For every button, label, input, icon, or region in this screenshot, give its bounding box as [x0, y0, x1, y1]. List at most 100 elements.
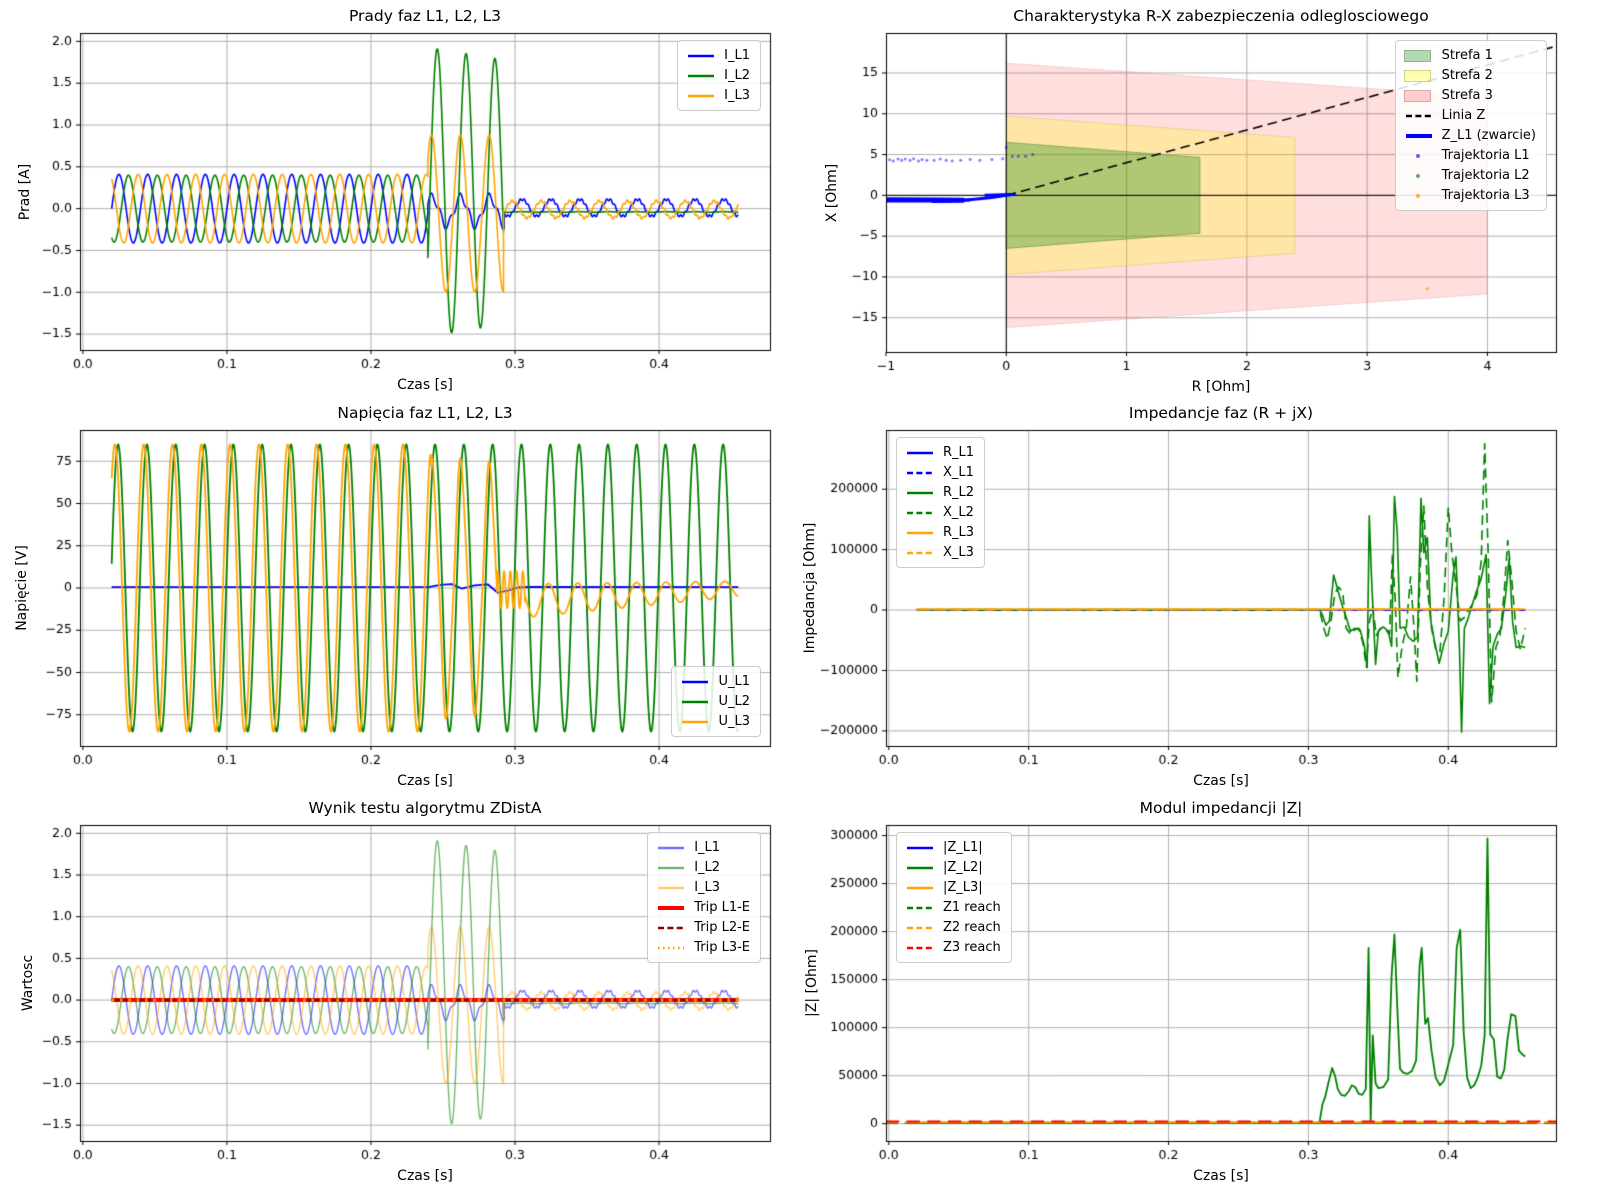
- legend-label: X_L1: [943, 463, 974, 482]
- plot-napiecia-legend: U_L1U_L2U_L3: [671, 666, 761, 737]
- legend-label: Linia Z: [1442, 106, 1486, 125]
- legend-swatch: [905, 841, 935, 855]
- legend-swatch: [656, 901, 686, 915]
- legend-label: I_L1: [724, 46, 750, 65]
- legend-label: Z_L1 (zwarcie): [1442, 126, 1536, 145]
- legend-item-i-l3: I_L3: [656, 878, 750, 897]
- legend-swatch: [1404, 194, 1434, 198]
- legend-label: I_L3: [724, 86, 750, 105]
- legend-swatch: [656, 861, 686, 875]
- legend-item-z3-reach: Z3 reach: [905, 938, 1001, 957]
- legend-label: |Z_L3|: [943, 878, 983, 897]
- plot-prady-ylabel: Prad [A]: [17, 163, 33, 219]
- legend-swatch: [686, 49, 716, 63]
- legend-label: U_L1: [718, 672, 750, 691]
- legend-swatch: [680, 715, 710, 729]
- legend-item-x-l3: X_L3: [905, 543, 974, 562]
- legend-swatch: [686, 89, 716, 103]
- legend-label: X_L3: [943, 543, 974, 562]
- legend-label: Z3 reach: [943, 938, 1001, 957]
- legend-item-z1-reach: Z1 reach: [905, 898, 1001, 917]
- legend-swatch: [1404, 174, 1434, 178]
- legend-item-trip-l1-e: Trip L1-E: [656, 898, 750, 917]
- legend-swatch: [905, 546, 935, 560]
- plot-rx-ylabel: X [Ohm]: [824, 163, 840, 222]
- legend-swatch: [905, 861, 935, 875]
- plot-prady-legend: I_L1I_L2I_L3: [677, 40, 761, 111]
- plot-napiecia-ylabel: Napięcie [V]: [14, 545, 30, 631]
- legend-swatch: [905, 486, 935, 500]
- legend-label: R_L3: [943, 523, 974, 542]
- legend-label: Z1 reach: [943, 898, 1001, 917]
- legend-label: Strefa 1: [1442, 46, 1493, 65]
- plot-impedancje-ylabel: Impedancja [Ohm]: [802, 523, 818, 654]
- legend-item--z-l2-: |Z_L2|: [905, 858, 1001, 877]
- legend-item-u-l1: U_L1: [680, 672, 750, 691]
- plot-impedancje-xlabel: Czas [s]: [1193, 773, 1249, 789]
- legend-swatch: [905, 921, 935, 935]
- legend-item-i-l2: I_L2: [686, 66, 750, 85]
- plot-wynik-title: Wynik testu algorytmu ZDistA: [309, 799, 542, 817]
- plot-rx-title: Charakterystyka R-X zabezpieczenia odleg…: [1013, 7, 1428, 25]
- legend-item-z2-reach: Z2 reach: [905, 918, 1001, 937]
- plot-modul-legend: |Z_L1||Z_L2||Z_L3|Z1 reachZ2 reachZ3 rea…: [896, 832, 1012, 963]
- legend-swatch: [656, 841, 686, 855]
- legend-swatch: [656, 941, 686, 955]
- plot-modul-title: Modul impedancji |Z|: [1140, 799, 1303, 817]
- plot-impedancje-title: Impedancje faz (R + jX): [1129, 404, 1313, 422]
- legend-label: Trajektoria L1: [1442, 146, 1530, 165]
- plot-wynik-ylabel: Wartosc: [20, 955, 36, 1011]
- legend-swatch: [686, 69, 716, 83]
- legend-swatch: [680, 675, 710, 689]
- legend-item-trip-l3-e: Trip L3-E: [656, 938, 750, 957]
- plot-prady-title: Prady faz L1, L2, L3: [349, 7, 501, 25]
- plot-napiecia-title: Napięcia faz L1, L2, L3: [337, 404, 512, 422]
- legend-swatch: [1404, 50, 1434, 62]
- plot-impedancje-legend: R_L1X_L1R_L2X_L2R_L3X_L3: [896, 437, 985, 568]
- legend-label: I_L1: [694, 838, 720, 857]
- plot-napiecia-xlabel: Czas [s]: [397, 773, 453, 789]
- legend-item-strefa-3: Strefa 3: [1404, 86, 1536, 105]
- legend-item-strefa-2: Strefa 2: [1404, 66, 1536, 85]
- legend-label: I_L2: [724, 66, 750, 85]
- legend-swatch: [656, 881, 686, 895]
- legend-label: Strefa 3: [1442, 86, 1493, 105]
- legend-swatch: [1404, 90, 1434, 102]
- legend-swatch: [905, 446, 935, 460]
- legend-label: Z2 reach: [943, 918, 1001, 937]
- legend-item-z-l1-zwarcie-: Z_L1 (zwarcie): [1404, 126, 1536, 145]
- legend-item-u-l3: U_L3: [680, 712, 750, 731]
- legend-item-trajektoria-l3: Trajektoria L3: [1404, 186, 1536, 205]
- legend-label: I_L2: [694, 858, 720, 877]
- legend-item-i-l1: I_L1: [656, 838, 750, 857]
- plot-modul-xlabel: Czas [s]: [1193, 1168, 1249, 1184]
- legend-item--z-l1-: |Z_L1|: [905, 838, 1001, 857]
- legend-item-trajektoria-l2: Trajektoria L2: [1404, 166, 1536, 185]
- plots-canvas: [0, 0, 1600, 1200]
- legend-swatch: [1404, 129, 1434, 143]
- plot-prady-xlabel: Czas [s]: [397, 377, 453, 393]
- legend-label: Strefa 2: [1442, 66, 1493, 85]
- legend-item-x-l2: X_L2: [905, 503, 974, 522]
- legend-item-i-l1: I_L1: [686, 46, 750, 65]
- legend-swatch: [905, 881, 935, 895]
- legend-item-linia-z: Linia Z: [1404, 106, 1536, 125]
- plot-wynik-legend: I_L1I_L2I_L3Trip L1-ETrip L2-ETrip L3-E: [647, 832, 761, 963]
- legend-item-r-l3: R_L3: [905, 523, 974, 542]
- legend-label: R_L1: [943, 443, 974, 462]
- legend-swatch: [656, 921, 686, 935]
- legend-swatch: [905, 506, 935, 520]
- legend-label: Trajektoria L2: [1442, 166, 1530, 185]
- legend-label: Trip L3-E: [694, 938, 750, 957]
- legend-label: Trip L1-E: [694, 898, 750, 917]
- legend-swatch: [1404, 109, 1434, 123]
- legend-item-x-l1: X_L1: [905, 463, 974, 482]
- legend-label: U_L2: [718, 692, 750, 711]
- legend-swatch: [1404, 154, 1434, 158]
- plot-rx-legend: Strefa 1Strefa 2Strefa 3Linia ZZ_L1 (zwa…: [1395, 40, 1547, 211]
- legend-swatch: [1404, 70, 1434, 82]
- legend-swatch: [905, 901, 935, 915]
- legend-label: |Z_L1|: [943, 838, 983, 857]
- legend-swatch: [905, 526, 935, 540]
- legend-label: Trajektoria L3: [1442, 186, 1530, 205]
